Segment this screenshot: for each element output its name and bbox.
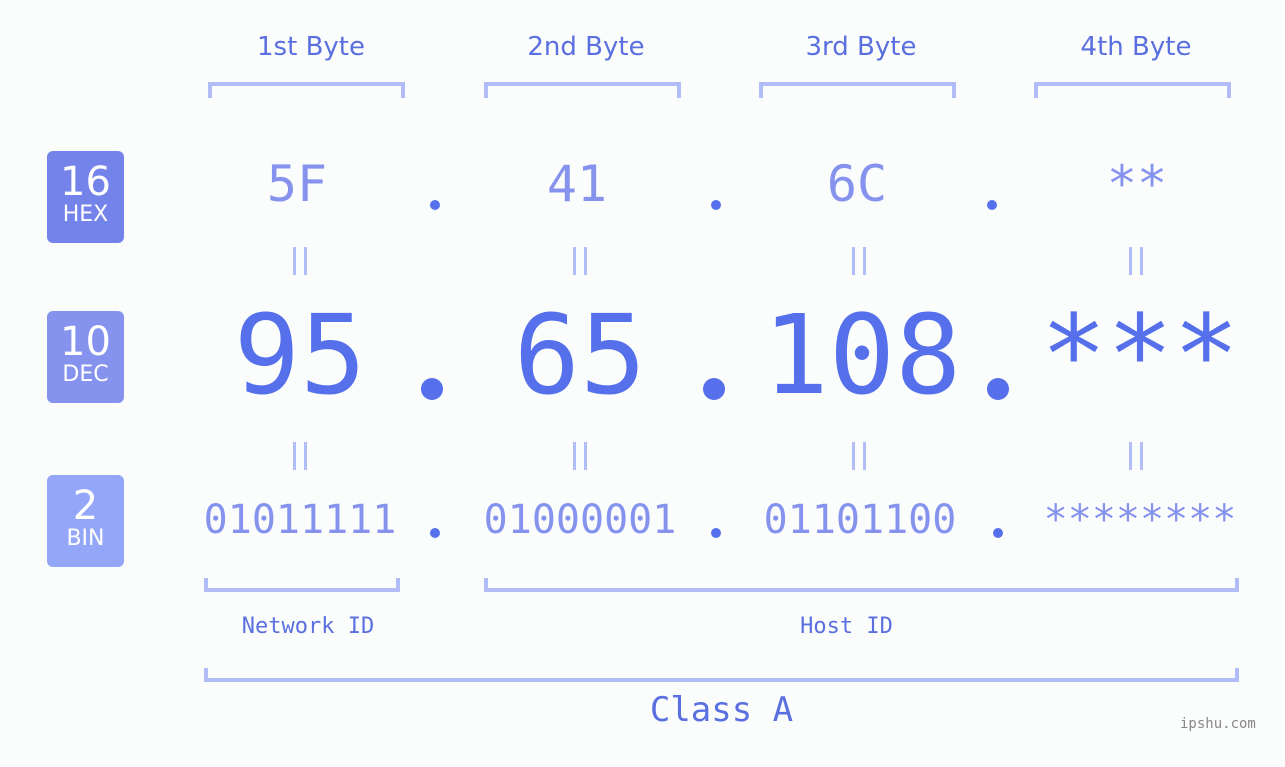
dec-badge: 10 DEC — [47, 311, 124, 403]
byte-header-2: 2nd Byte — [527, 32, 645, 62]
hex-separator-dot — [711, 200, 721, 210]
equals-sign — [1129, 442, 1143, 470]
equals-sign — [1129, 247, 1143, 275]
equals-sign — [573, 247, 587, 275]
watermark: ipshu.com — [1180, 716, 1256, 732]
equals-sign — [293, 442, 307, 470]
dec-value-4: *** — [1040, 291, 1240, 419]
network-id-bracket — [204, 578, 400, 592]
bin-separator-dot — [711, 528, 721, 538]
hex-separator-dot — [987, 200, 997, 210]
byte-bracket-1 — [208, 82, 405, 98]
byte-header-1: 1st Byte — [257, 32, 365, 62]
dec-value-1: 95 — [233, 291, 367, 419]
dec-badge-label: DEC — [62, 362, 109, 387]
host-id-bracket — [484, 578, 1239, 592]
dec-value-3: 108 — [762, 291, 962, 419]
bin-separator-dot — [993, 528, 1003, 538]
host-id-label: Host ID — [800, 614, 893, 639]
hex-value-3: 6C — [826, 155, 888, 213]
bin-badge: 2 BIN — [47, 475, 124, 567]
network-id-label: Network ID — [241, 614, 375, 639]
dec-badge-number: 10 — [60, 319, 111, 365]
byte-bracket-2 — [484, 82, 681, 98]
dec-separator-dot — [703, 378, 725, 400]
class-bracket — [204, 668, 1239, 682]
bin-value-1: 01011111 — [203, 497, 397, 543]
byte-bracket-3 — [759, 82, 956, 98]
hex-badge-number: 16 — [60, 159, 111, 205]
bin-badge-number: 2 — [72, 483, 99, 529]
byte-header-4: 4th Byte — [1080, 32, 1192, 62]
bin-value-3: 01101100 — [763, 497, 957, 543]
byte-bracket-4 — [1034, 82, 1231, 98]
hex-value-2: 41 — [546, 155, 608, 213]
bin-value-4: ******** — [1043, 497, 1237, 543]
dec-value-2: 65 — [513, 291, 647, 419]
hex-badge-label: HEX — [62, 202, 109, 227]
dec-separator-dot — [421, 378, 443, 400]
class-label: Class A — [649, 690, 794, 730]
equals-sign — [293, 247, 307, 275]
hex-value-1: 5F — [266, 155, 328, 213]
byte-header-3: 3rd Byte — [805, 32, 917, 62]
hex-value-4: ** — [1106, 155, 1168, 213]
equals-sign — [573, 442, 587, 470]
bin-value-2: 01000001 — [483, 497, 677, 543]
hex-badge: 16 HEX — [47, 151, 124, 243]
bin-badge-label: BIN — [66, 526, 105, 551]
dec-separator-dot — [987, 378, 1009, 400]
hex-separator-dot — [430, 200, 440, 210]
equals-sign — [852, 247, 866, 275]
bin-separator-dot — [430, 528, 440, 538]
equals-sign — [852, 442, 866, 470]
